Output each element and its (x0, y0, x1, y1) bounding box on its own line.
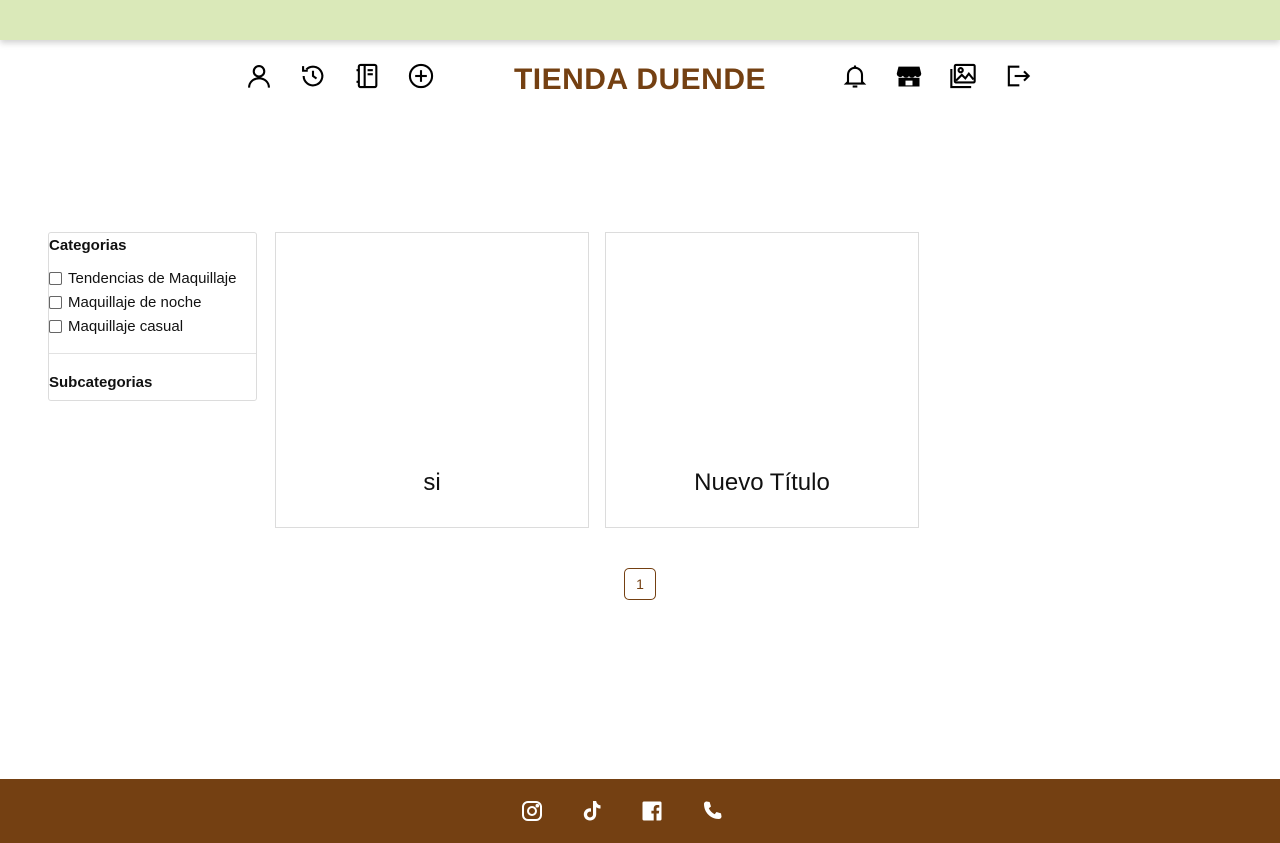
history-icon (302, 65, 324, 87)
category-label: Maquillaje de noche (68, 293, 202, 311)
checkbox-box[interactable] (49, 271, 62, 285)
user-icon (248, 65, 270, 88)
category-checkbox-noche[interactable]: Maquillaje de noche (49, 292, 201, 312)
instagram-link[interactable] (516, 795, 548, 827)
shop-button[interactable] (891, 58, 927, 94)
tiktok-link[interactable] (576, 795, 608, 827)
category-checkbox-casual[interactable]: Maquillaje casual (49, 316, 183, 336)
product-card[interactable]: Nuevo Título (605, 232, 919, 528)
user-button[interactable] (241, 58, 277, 94)
filters-panel: Categorias Tendencias de Maquillaje Maqu… (48, 232, 257, 401)
images-icon (950, 63, 976, 89)
category-label: Maquillaje casual (68, 317, 184, 335)
phone-link[interactable] (696, 795, 728, 827)
card-title: Nuevo Título (694, 469, 830, 496)
journal-icon (356, 63, 378, 89)
facebook-icon (642, 801, 662, 821)
facebook-link[interactable] (636, 795, 668, 827)
pagination-page-button[interactable]: 1 (624, 568, 656, 600)
card-title: si (423, 469, 441, 496)
category-label: Tendencias de Maquillaje (68, 269, 237, 287)
filters-divider (49, 353, 256, 354)
add-button[interactable] (403, 58, 439, 94)
header: TIENDA DUENDE (0, 40, 1280, 120)
footer (0, 779, 1280, 843)
tiktok-icon (583, 801, 601, 821)
gallery-button[interactable] (945, 58, 981, 94)
logout-button[interactable] (999, 58, 1035, 94)
journal-button[interactable] (349, 58, 385, 94)
plus-circle-icon (408, 63, 434, 89)
history-button[interactable] (295, 58, 331, 94)
checkbox-box[interactable] (49, 295, 62, 309)
phone-icon (704, 801, 722, 819)
top-bar (0, 0, 1280, 40)
categories-title: Categorias (49, 237, 127, 254)
product-card[interactable]: si (275, 232, 589, 528)
shop-icon (896, 66, 922, 87)
logout-icon (1007, 65, 1031, 87)
notifications-button[interactable] (837, 58, 873, 94)
brand-title[interactable]: TIENDA DUENDE (480, 60, 800, 100)
subcategories-title: Subcategorias (49, 374, 153, 391)
instagram-icon (522, 801, 542, 821)
checkbox-box[interactable] (49, 319, 62, 333)
category-checkbox-tendencias[interactable]: Tendencias de Maquillaje (49, 268, 236, 288)
bell-icon (843, 65, 867, 88)
